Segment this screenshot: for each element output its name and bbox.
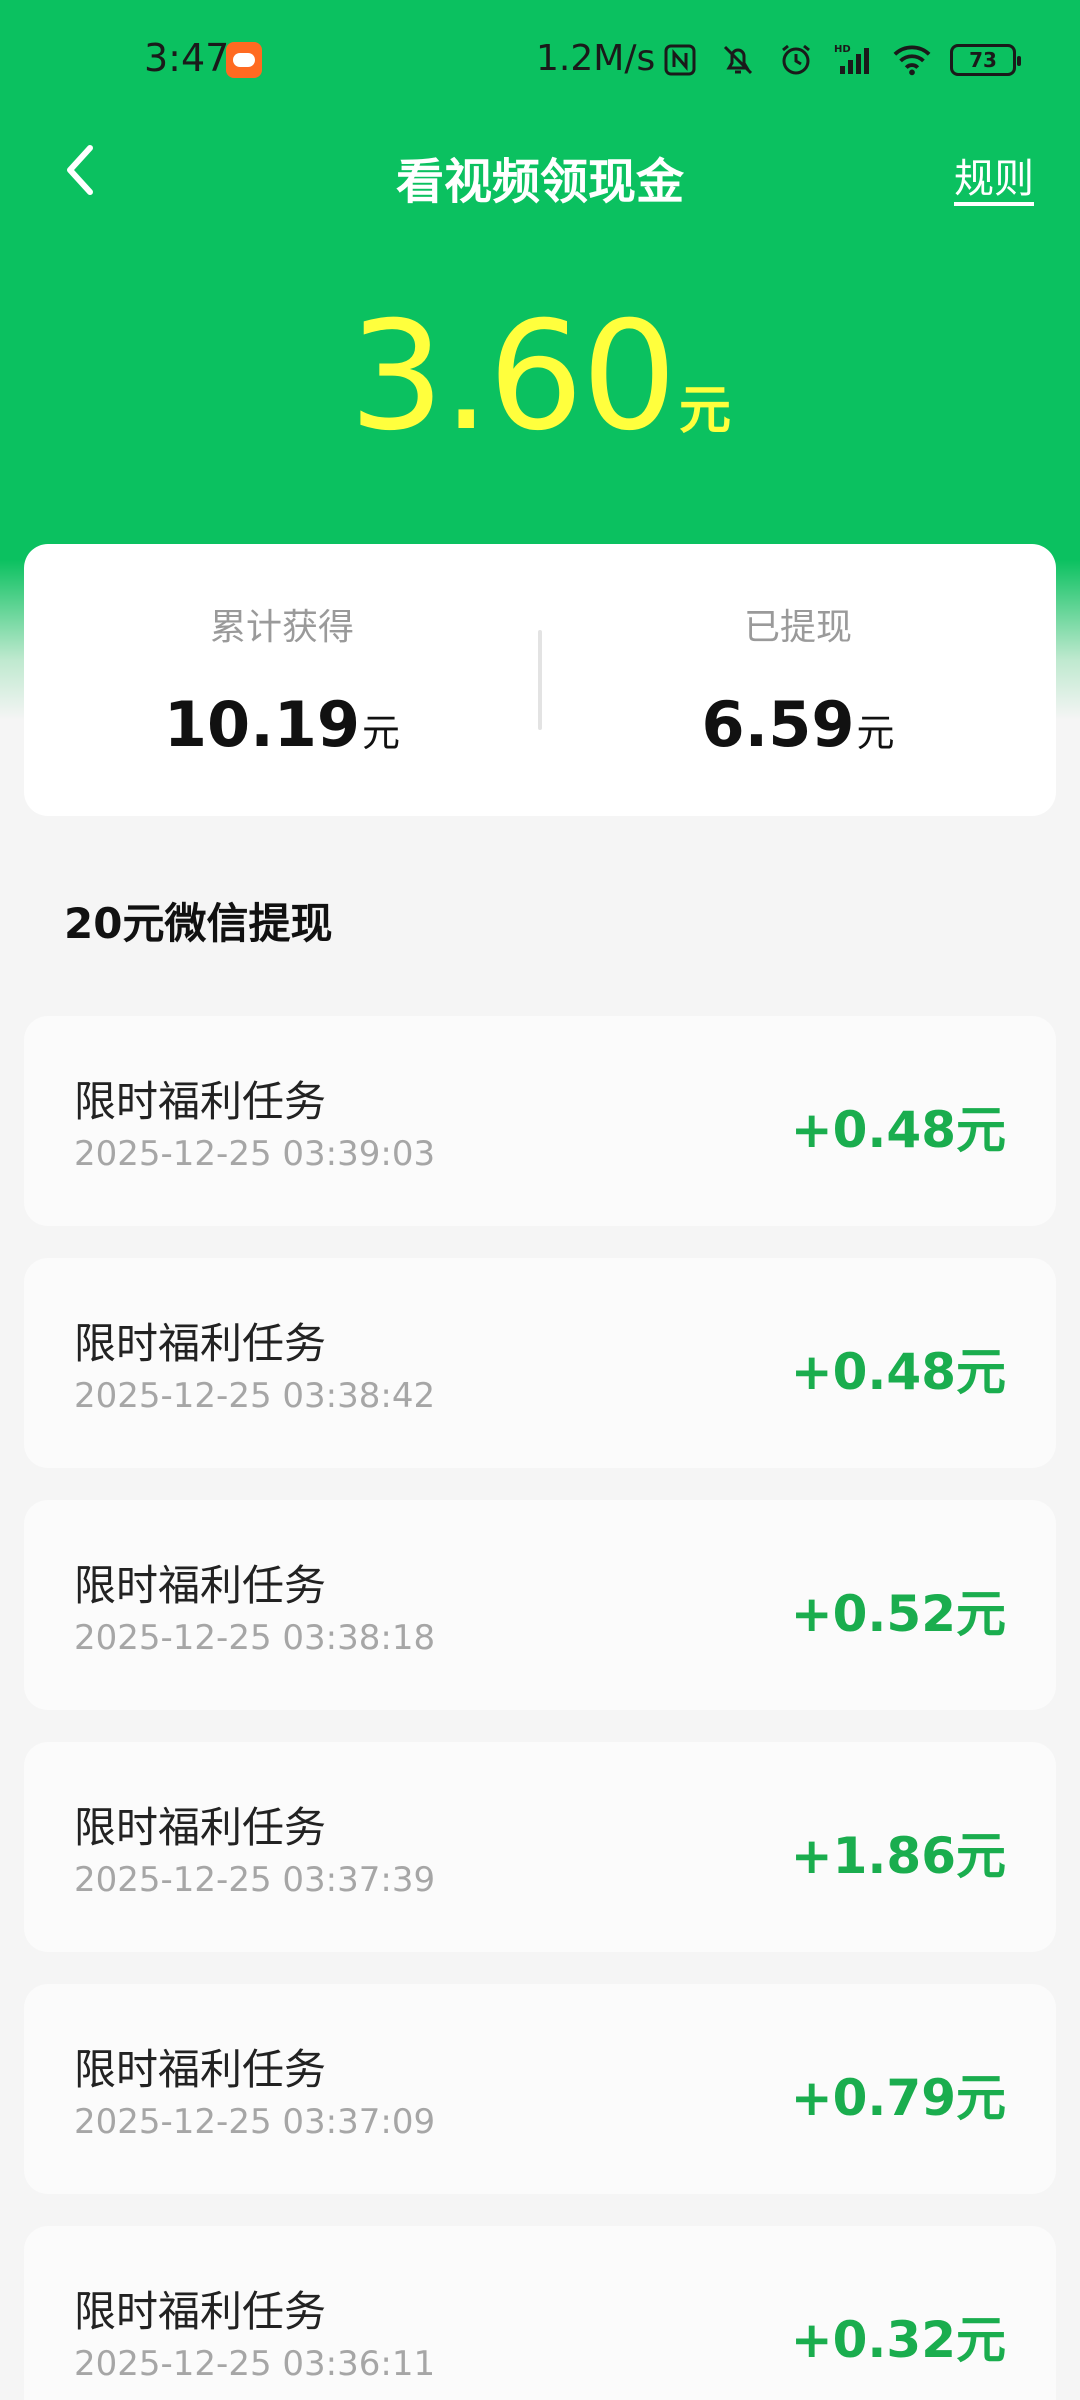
total-earned-unit: 元 — [362, 711, 401, 755]
task-amount: +0.48元 — [790, 1343, 1006, 1401]
list-item[interactable]: 限时福利任务 2025-12-25 03:38:42 +0.48元 — [24, 1258, 1056, 1468]
task-time: 2025-12-25 03:37:09 — [74, 2102, 436, 2142]
list-item[interactable]: 限时福利任务 2025-12-25 03:38:18 +0.52元 — [24, 1500, 1056, 1710]
task-name: 限时福利任务 — [74, 1077, 327, 1126]
task-time: 2025-12-25 03:37:39 — [74, 1860, 436, 1900]
battery-level: 73 — [969, 48, 997, 72]
balance-amount: 3.60 — [349, 290, 677, 464]
battery-icon: 73 — [950, 44, 1021, 76]
list-item[interactable]: 限时福利任务 2025-12-25 03:37:39 +1.86元 — [24, 1742, 1056, 1952]
task-name: 限时福利任务 — [74, 2045, 327, 2094]
status-bar: 3:47 1.2M/s HD 73 — [0, 0, 1080, 120]
withdrawn-value-wrap: 6.59元 — [540, 688, 1056, 761]
wifi-icon — [892, 40, 932, 80]
task-time: 2025-12-25 03:38:18 — [74, 1618, 436, 1658]
page-title: 看视频领现金 — [395, 154, 684, 210]
balance-unit: 元 — [678, 381, 731, 441]
task-name: 限时福利任务 — [74, 1803, 327, 1852]
withdrawn-label: 已提现 — [743, 607, 852, 648]
task-amount: +0.52元 — [790, 1585, 1006, 1643]
task-amount: +0.79元 — [790, 2069, 1006, 2127]
total-earned-value-wrap: 10.19元 — [24, 688, 540, 761]
app-notification-icon — [226, 42, 262, 78]
task-list: 限时福利任务 2025-12-25 03:39:03 +0.48元 限时福利任务… — [24, 1016, 1056, 2400]
hd-signal-icon: HD — [834, 40, 874, 80]
task-time: 2025-12-25 03:39:03 — [74, 1134, 436, 1174]
status-icons: HD 73 — [660, 38, 1021, 82]
list-item[interactable]: 限时福利任务 2025-12-25 03:36:11 +0.32元 — [24, 2226, 1056, 2400]
task-amount: +0.32元 — [790, 2311, 1006, 2369]
task-name: 限时福利任务 — [74, 1561, 327, 1610]
mute-bell-icon — [718, 40, 758, 80]
list-item[interactable]: 限时福利任务 2025-12-25 03:37:09 +0.79元 — [24, 1984, 1056, 2194]
balance-display: 3.60元 — [0, 290, 1080, 464]
withdraw-section-title[interactable]: 20元微信提现 — [64, 890, 332, 951]
task-name: 限时福利任务 — [74, 1319, 327, 1368]
task-name: 限时福利任务 — [74, 2287, 327, 2336]
total-earned-value: 10.19 — [163, 688, 361, 761]
withdrawn-value: 6.59 — [701, 688, 855, 761]
nfc-icon — [660, 40, 700, 80]
task-amount: +1.86元 — [790, 1827, 1006, 1885]
network-speed: 1.2M/s — [536, 38, 656, 79]
svg-text:HD: HD — [834, 44, 851, 55]
summary-card: 累计获得 10.19元 已提现 6.59元 — [24, 544, 1056, 816]
list-item[interactable]: 限时福利任务 2025-12-25 03:39:03 +0.48元 — [24, 1016, 1056, 1226]
rules-link[interactable]: 规则 — [954, 146, 1034, 204]
total-earned-stat: 累计获得 10.19元 — [24, 598, 540, 761]
task-amount: +0.48元 — [790, 1101, 1006, 1159]
total-earned-label: 累计获得 — [209, 607, 354, 648]
withdrawn-stat: 已提现 6.59元 — [540, 598, 1056, 761]
alarm-icon — [776, 40, 816, 80]
task-time: 2025-12-25 03:38:42 — [74, 1376, 436, 1416]
page-header: 看视频领现金 规则 — [0, 120, 1080, 230]
status-time: 3:47 — [144, 36, 230, 80]
task-time: 2025-12-25 03:36:11 — [74, 2344, 436, 2384]
withdrawn-unit: 元 — [856, 711, 895, 755]
